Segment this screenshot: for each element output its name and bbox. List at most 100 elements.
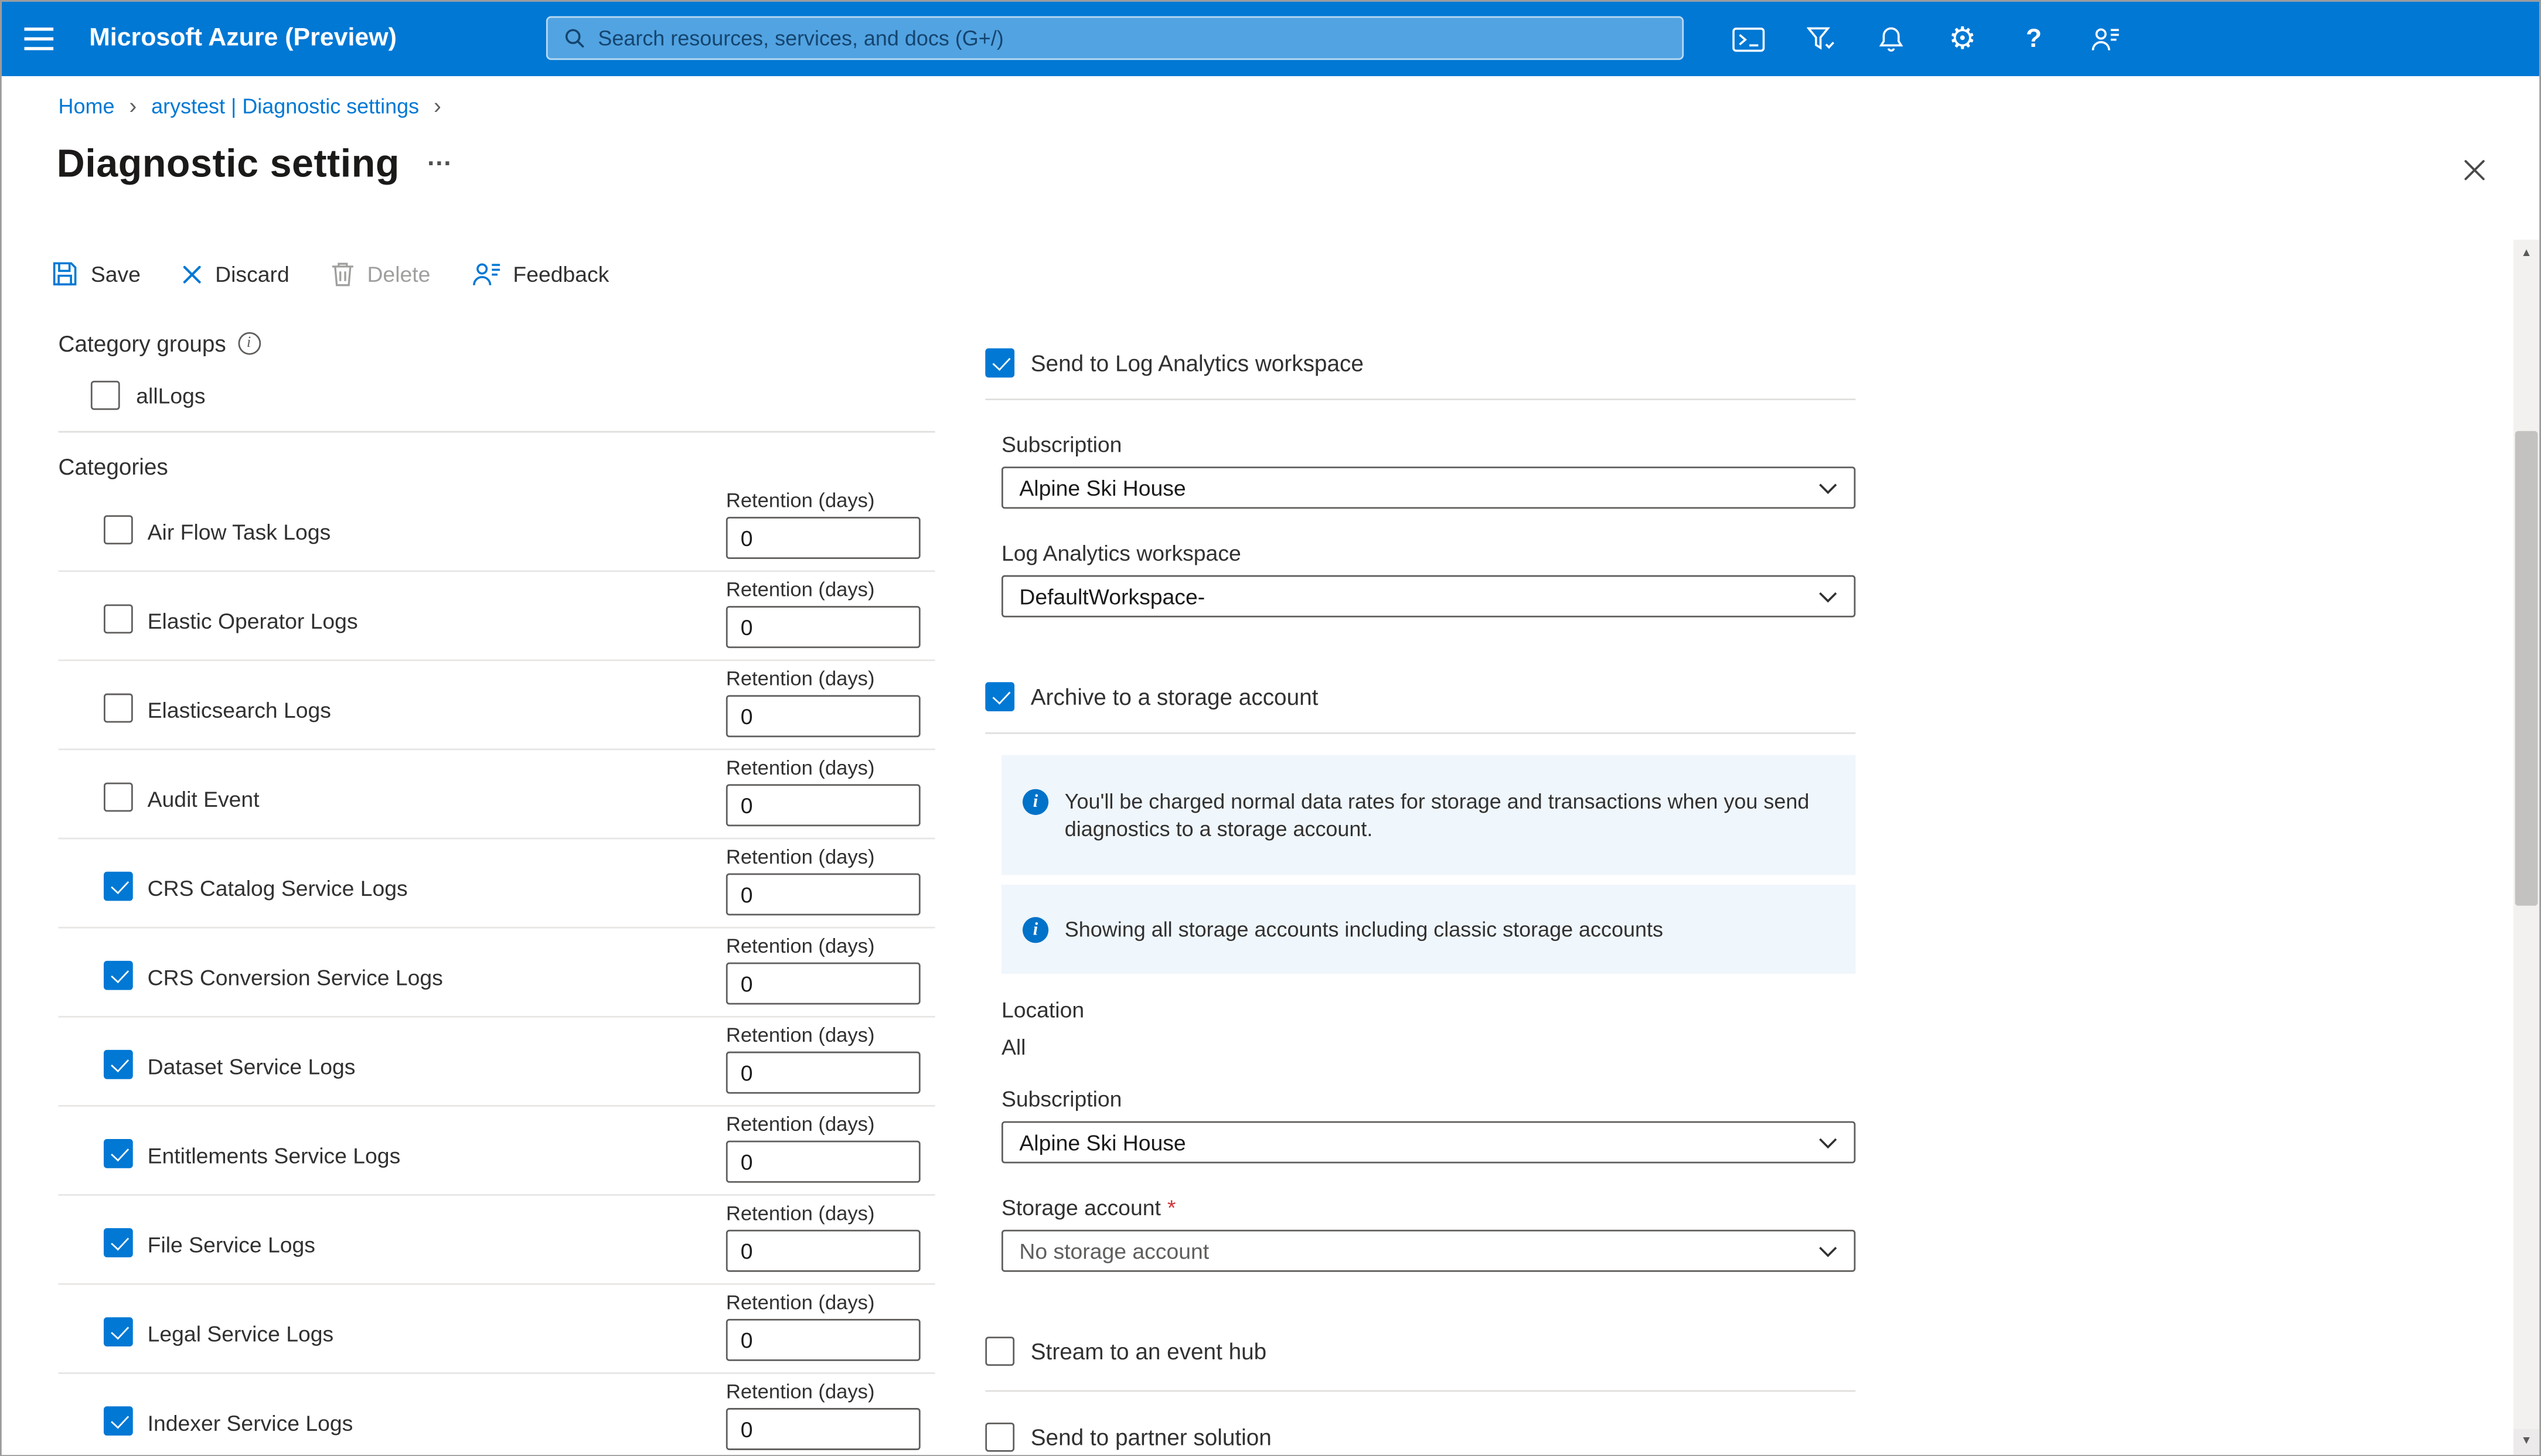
subscription-dropdown[interactable]: Alpine Ski House	[1002, 466, 1855, 509]
category-checkbox[interactable]	[104, 1139, 133, 1168]
category-label: Elasticsearch Logs	[148, 698, 331, 722]
divider	[59, 431, 935, 433]
delete-button[interactable]: Delete	[315, 246, 445, 301]
retention-input[interactable]	[726, 784, 921, 826]
chevron-right-icon: ›	[434, 96, 441, 117]
help-button[interactable]: ?	[1998, 2, 2070, 76]
retention-input[interactable]	[726, 517, 921, 559]
chevron-down-icon	[1818, 1137, 1838, 1148]
discard-label: Discard	[215, 262, 289, 286]
save-button[interactable]: Save	[38, 246, 155, 301]
discard-button[interactable]: Discard	[166, 246, 304, 301]
breadcrumb: Home › arystest | Diagnostic settings ›	[59, 94, 441, 118]
retention-days-label: Retention (days)	[726, 935, 875, 958]
retention-days-label: Retention (days)	[726, 1024, 875, 1047]
category-label: File Service Logs	[148, 1233, 315, 1257]
retention-input[interactable]	[726, 695, 921, 737]
feedback-button[interactable]	[2069, 2, 2141, 76]
storage-subscription-dropdown[interactable]: Alpine Ski House	[1002, 1121, 1855, 1164]
category-checkbox[interactable]	[104, 1317, 133, 1346]
portal-menu-button[interactable]	[2, 2, 76, 76]
vertical-scrollbar[interactable]: ▲ ▼	[2513, 240, 2539, 1454]
retention-input[interactable]	[726, 1230, 921, 1272]
breadcrumb-diagnostic-settings-link[interactable]: arystest | Diagnostic settings	[151, 94, 419, 118]
category-checkbox[interactable]	[104, 515, 133, 544]
retention-days-label: Retention (days)	[726, 489, 875, 512]
retention-input[interactable]	[726, 1408, 921, 1450]
log-analytics-checkbox[interactable]	[985, 349, 1014, 378]
partner-destination-row: Send to partner solution	[985, 1423, 1855, 1452]
alllogs-row: allLogs	[91, 381, 935, 410]
directory-filter-button[interactable]	[1784, 2, 1856, 76]
retention-input[interactable]	[726, 963, 921, 1005]
retention-input[interactable]	[726, 874, 921, 916]
notifications-button[interactable]	[1855, 2, 1927, 76]
search-input[interactable]	[598, 26, 1665, 50]
breadcrumb-home-link[interactable]: Home	[59, 94, 115, 118]
category-checkbox[interactable]	[104, 1406, 133, 1435]
workspace-value: DefaultWorkspace-	[1019, 584, 1205, 608]
hamburger-icon	[24, 28, 53, 50]
retention-input[interactable]	[726, 606, 921, 648]
category-groups-label: Category groups	[59, 330, 226, 356]
save-label: Save	[91, 262, 141, 286]
storage-checkbox[interactable]	[985, 682, 1014, 711]
storage-label: Archive to a storage account	[1031, 682, 1319, 711]
category-checkbox[interactable]	[104, 783, 133, 812]
location-value: All	[1002, 1035, 1855, 1061]
more-options-button[interactable]: …	[426, 144, 454, 173]
retention-input[interactable]	[726, 1052, 921, 1094]
retention-days-label: Retention (days)	[726, 1202, 875, 1225]
scrollbar-thumb[interactable]	[2515, 431, 2538, 906]
category-row: Legal Service Logs Retention (days)	[59, 1285, 935, 1374]
event-hub-checkbox[interactable]	[985, 1336, 1014, 1366]
search-icon	[564, 28, 585, 49]
subscription-value: Alpine Ski House	[1019, 476, 1186, 500]
scroll-up-arrow[interactable]: ▲	[2513, 240, 2539, 265]
cloud-shell-button[interactable]	[1713, 2, 1784, 76]
categories-panel: Category groups i allLogs Categories Air…	[59, 329, 935, 1456]
settings-button[interactable]: ⚙	[1927, 2, 1998, 76]
feedback-toolbar-button[interactable]: Feedback	[457, 246, 624, 301]
command-bar: Save Discard Delete Feedback	[38, 246, 635, 301]
category-checkbox[interactable]	[104, 872, 133, 901]
location-label: Location	[1002, 998, 1855, 1024]
category-label: CRS Conversion Service Logs	[148, 966, 443, 990]
log-analytics-label: Send to Log Analytics workspace	[1031, 349, 1364, 378]
classic-accounts-info-text: Showing all storage accounts including c…	[1065, 915, 1663, 943]
info-tooltip-icon[interactable]: i	[237, 332, 260, 355]
page-title: Diagnostic setting	[57, 141, 400, 190]
category-row: Dataset Service Logs Retention (days)	[59, 1018, 935, 1107]
storage-rates-info-text: You'll be charged normal data rates for …	[1065, 787, 1827, 843]
trash-icon	[330, 261, 354, 287]
chevron-down-icon	[1818, 482, 1838, 493]
storage-account-label: Storage account*	[1002, 1196, 1855, 1222]
category-checkbox[interactable]	[104, 604, 133, 633]
partner-label: Send to partner solution	[1031, 1423, 1272, 1452]
category-checkbox[interactable]	[104, 1050, 133, 1079]
divider	[985, 732, 1855, 734]
cloud-shell-icon	[1732, 27, 1765, 51]
retention-days-label: Retention (days)	[726, 1291, 875, 1314]
storage-subscription-label: Subscription	[1002, 1087, 1855, 1113]
scroll-down-arrow[interactable]: ▼	[2513, 1428, 2539, 1454]
workspace-dropdown[interactable]: DefaultWorkspace-	[1002, 575, 1855, 618]
retention-input[interactable]	[726, 1319, 921, 1361]
category-label: Elastic Operator Logs	[148, 609, 358, 633]
category-checkbox[interactable]	[104, 961, 133, 990]
category-checkbox[interactable]	[104, 1228, 133, 1257]
divider	[985, 1390, 1855, 1392]
partner-checkbox[interactable]	[985, 1423, 1014, 1452]
close-blade-button[interactable]	[2455, 151, 2494, 189]
close-icon	[2463, 159, 2486, 182]
alllogs-checkbox[interactable]	[91, 381, 120, 410]
category-checkbox[interactable]	[104, 694, 133, 723]
global-search[interactable]	[546, 16, 1684, 60]
destination-details-panel: Send to Log Analytics workspace Subscrip…	[985, 349, 1855, 1456]
category-label: Indexer Service Logs	[148, 1411, 353, 1435]
event-hub-label: Stream to an event hub	[1031, 1336, 1266, 1366]
required-asterisk: *	[1167, 1196, 1176, 1220]
storage-account-dropdown[interactable]: No storage account	[1002, 1230, 1855, 1272]
retention-input[interactable]	[726, 1141, 921, 1183]
feedback-label: Feedback	[513, 262, 609, 286]
